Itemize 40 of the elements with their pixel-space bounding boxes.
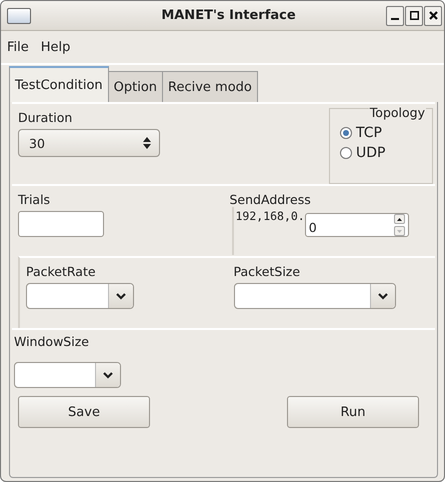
field-label: Duration [18,110,74,125]
input-field[interactable] [18,211,104,237]
dropdown[interactable] [14,362,121,388]
address-prefix: 192,168,0. [236,209,305,223]
field-label: WindowSize [14,334,90,349]
window-icon [7,8,31,24]
spin-combo[interactable]: 30 [18,129,160,157]
group-title: Topology [368,106,426,120]
chevron-down-icon [378,292,388,300]
field-label: PacketRate [26,264,97,279]
close-button[interactable] [424,6,442,26]
radio-option[interactable]: TCP [340,123,382,143]
window-title: MANET's Interface [160,8,297,23]
maximize-button[interactable] [405,6,423,26]
dropdown[interactable] [234,283,396,309]
down-arrow-icon [396,230,402,232]
action-button[interactable]: Save [18,396,150,428]
maximize-icon [410,11,418,20]
chevron-down-icon [103,372,113,378]
action-button[interactable]: Run [287,396,419,428]
spin-up-button[interactable] [394,214,405,224]
field-label: SendAddress [230,192,312,207]
radio-option[interactable]: UDP [340,143,386,163]
field-label: PacketSize [234,264,302,279]
tab[interactable]: Recive modo [162,71,258,102]
close-icon [428,11,438,20]
field-label: Trials [18,192,52,207]
menu-item[interactable]: File [7,38,29,56]
tab[interactable]: TestCondition [9,66,109,102]
minimize-icon [391,18,399,20]
up-down-arrows-icon [143,137,151,149]
minimize-button[interactable] [386,6,404,26]
tab[interactable]: Option [108,71,164,102]
up-arrow-icon [396,218,402,220]
combo-value: 30 [29,136,45,150]
spin-value: 0 [308,219,318,236]
menu-item[interactable]: Help [40,38,70,56]
spin-field[interactable]: 0 [304,213,409,237]
chevron-down-icon [116,292,126,300]
dropdown[interactable] [26,283,134,309]
